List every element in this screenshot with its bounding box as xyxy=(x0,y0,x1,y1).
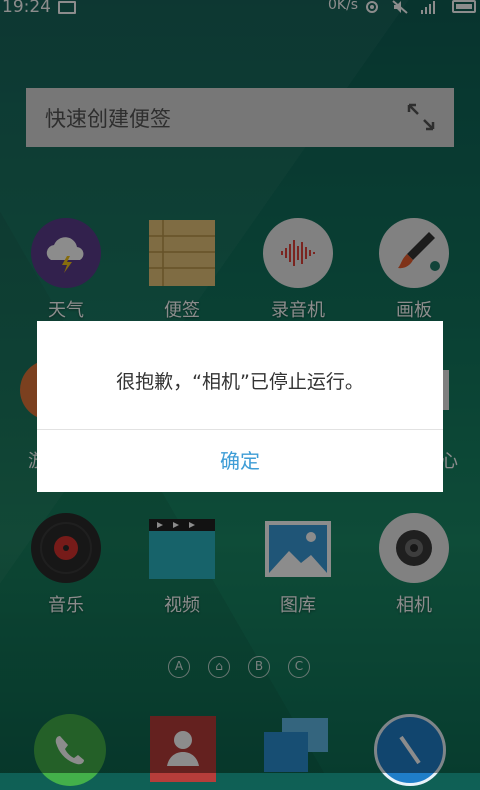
error-dialog: 很抱歉，“相机”已停止运行。 确定 xyxy=(37,321,443,492)
dialog-message: 很抱歉，“相机”已停止运行。 xyxy=(116,371,364,393)
ok-button[interactable]: 确定 xyxy=(37,430,443,492)
